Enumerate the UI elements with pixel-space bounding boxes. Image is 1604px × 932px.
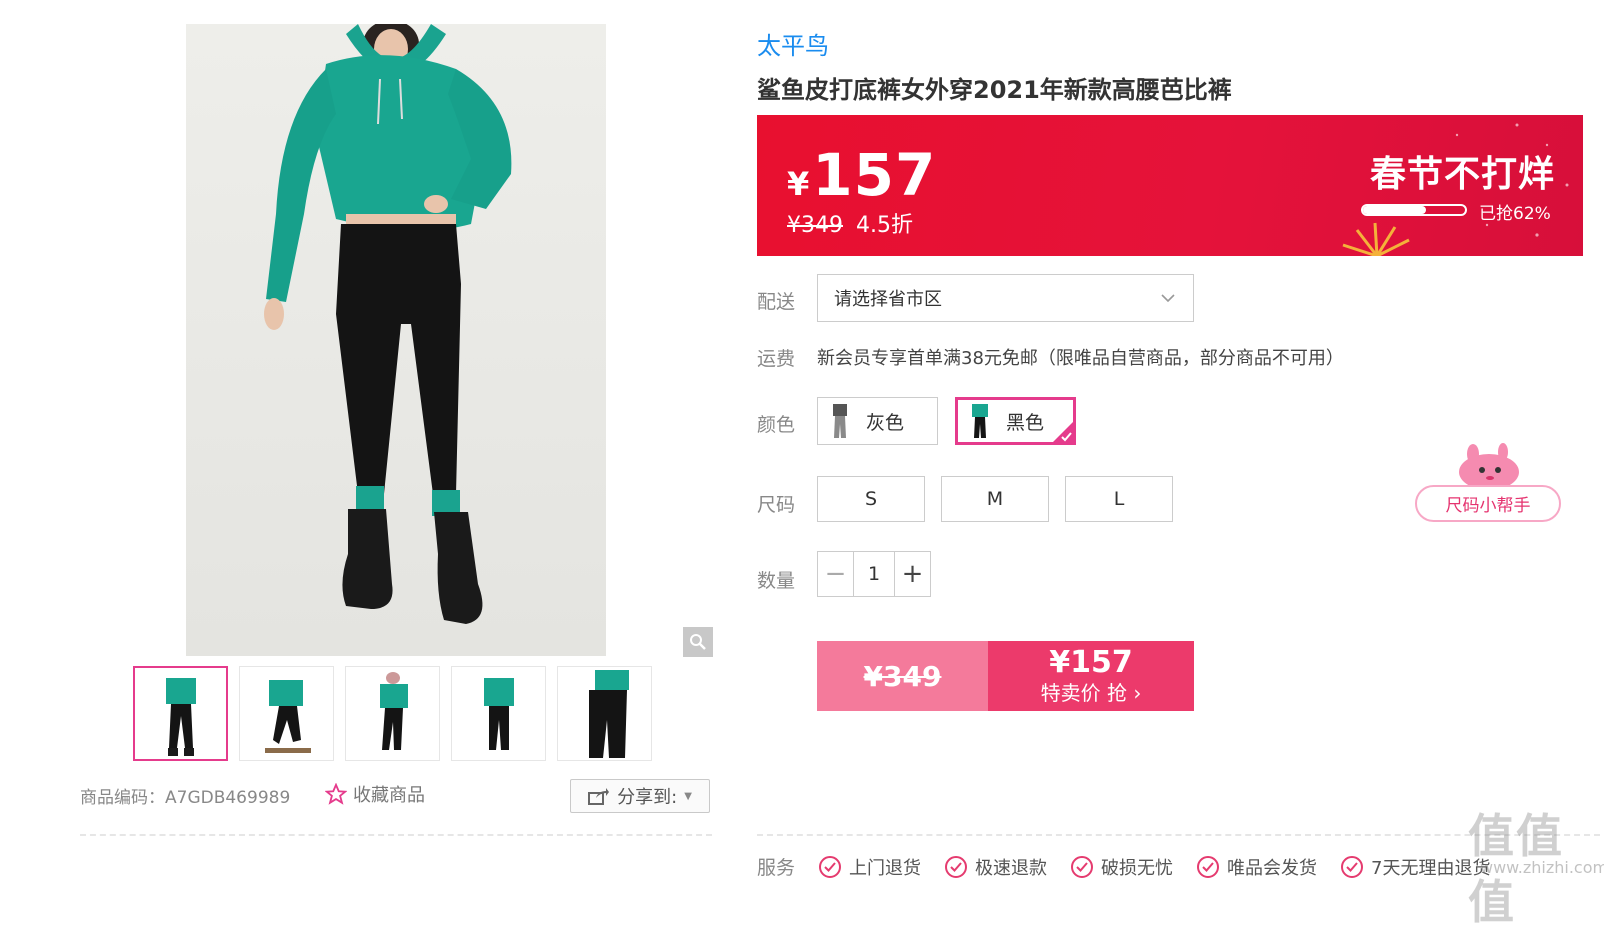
zoom-button[interactable] <box>683 627 713 657</box>
favorite-button[interactable]: 收藏商品 <box>325 781 425 807</box>
star-icon <box>325 783 347 805</box>
thumbnail-3[interactable] <box>345 666 440 761</box>
quantity-minus-button[interactable]: − <box>818 552 853 596</box>
buy-original-price: ¥349 <box>817 641 988 711</box>
thumbnail-strip <box>133 666 652 761</box>
size-option-s[interactable]: S <box>817 476 925 522</box>
magnifier-icon <box>690 634 706 650</box>
thumbnail-1[interactable] <box>133 666 228 761</box>
service-item: 唯品会发货 <box>1197 854 1317 880</box>
color-option-label: 灰色 <box>866 411 905 434</box>
check-circle-icon <box>945 855 968 878</box>
thumbnail-5[interactable] <box>557 666 652 761</box>
share-icon <box>588 788 610 805</box>
color-label: 颜色 <box>757 414 796 436</box>
brand-link[interactable]: 太平鸟 <box>757 26 829 61</box>
thumbnail-2[interactable] <box>239 666 334 761</box>
buy-action: ¥157 特卖价 抢 › <box>988 641 1194 711</box>
price-sub: ¥349 4.5折 <box>787 207 913 239</box>
region-select-value: 请选择省市区 <box>834 289 942 310</box>
sold-progress-fill <box>1363 206 1427 214</box>
model-figure <box>264 24 512 624</box>
check-circle-icon <box>1341 855 1364 878</box>
product-code: 商品编码：A7GDB469989 <box>80 788 291 808</box>
color-option-black[interactable]: 黑色 <box>955 397 1076 445</box>
share-label: 分享到: <box>617 787 678 808</box>
quantity-plus-button[interactable]: + <box>895 552 930 596</box>
shipping-text: 新会员专享首单满38元免邮（限唯品自营商品，部分商品不可用） <box>817 348 1344 369</box>
shipping-label: 运费 <box>757 348 796 370</box>
color-option-label: 黑色 <box>1006 411 1045 434</box>
original-price: ¥349 <box>787 213 843 238</box>
price-banner: ¥ 157 ¥349 4.5折 春节不打烊 已抢62% <box>757 115 1583 256</box>
black-swatch-image <box>964 401 996 441</box>
size-helper-button[interactable]: 尺码小帮手 <box>1415 485 1561 522</box>
product-main-image[interactable] <box>186 24 606 656</box>
quantity-stepper: − 1 + <box>817 551 931 597</box>
size-option-m[interactable]: M <box>941 476 1049 522</box>
thumbnail-4[interactable] <box>451 666 546 761</box>
quantity-label: 数量 <box>757 570 796 592</box>
favorite-label: 收藏商品 <box>353 785 425 806</box>
service-item: 破损无忧 <box>1071 854 1173 880</box>
share-button[interactable]: 分享到: ▼ <box>570 779 710 813</box>
service-item: 极速退款 <box>945 854 1047 880</box>
chevron-down-icon <box>1161 293 1175 302</box>
color-option-gray[interactable]: 灰色 <box>817 397 938 445</box>
services-row: 服务 上门退货 极速退款 破损无忧 唯品会发货 7天无理由退货 <box>757 853 1490 880</box>
chevron-down-icon: ▼ <box>684 790 692 802</box>
sold-progress-label: 已抢62% <box>1479 204 1551 224</box>
size-option-l[interactable]: L <box>1065 476 1173 522</box>
discount-rate: 4.5折 <box>856 213 913 238</box>
size-label: 尺码 <box>757 494 796 516</box>
mascot-icon <box>1459 443 1519 490</box>
delivery-label: 配送 <box>757 291 796 313</box>
gray-swatch-image <box>824 401 856 441</box>
buy-button[interactable]: ¥349 ¥157 特卖价 抢 › <box>817 641 1194 711</box>
watermark-url: www.zhizhi.com <box>1480 858 1604 877</box>
check-circle-icon <box>819 855 842 878</box>
service-item: 上门退货 <box>819 854 921 880</box>
buy-price: ¥157 <box>1049 645 1133 680</box>
current-price: ¥ 157 <box>787 141 937 209</box>
check-circle-icon <box>1197 855 1220 878</box>
sold-progress-bar <box>1361 204 1467 216</box>
check-circle-icon <box>1071 855 1094 878</box>
quantity-value[interactable]: 1 <box>853 552 895 596</box>
divider <box>80 834 712 836</box>
buy-label: 特卖价 抢 › <box>1040 681 1142 705</box>
promo-title: 春节不打烊 <box>1369 154 1555 195</box>
product-title: 鲨鱼皮打底裤女外穿2021年新款高腰芭比裤 <box>757 76 1232 104</box>
selected-check-icon <box>1052 421 1074 443</box>
region-select[interactable]: 请选择省市区 <box>817 274 1194 322</box>
services-label: 服务 <box>757 857 796 879</box>
